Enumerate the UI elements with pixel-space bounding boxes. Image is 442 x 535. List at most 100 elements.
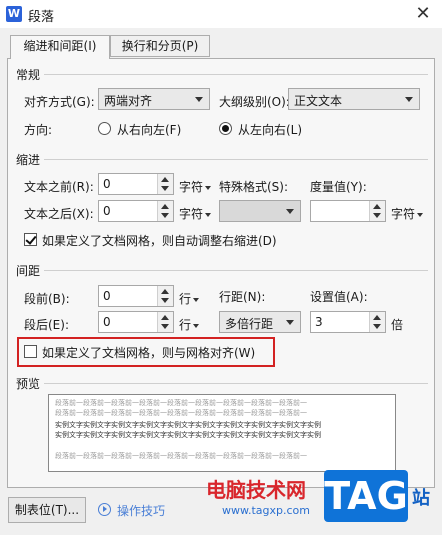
- spinner-buttons[interactable]: [157, 312, 173, 332]
- spinner-down-icon[interactable]: [373, 324, 381, 329]
- section-general-title: 常规: [16, 68, 41, 82]
- space-after-spinner[interactable]: 0: [98, 311, 174, 333]
- section-spacing-title: 间距: [16, 264, 41, 278]
- chevron-down-icon: [286, 320, 294, 325]
- spinner-buttons[interactable]: [157, 286, 173, 306]
- spinner-buttons[interactable]: [369, 312, 385, 332]
- section-divider: [44, 159, 428, 160]
- set-value-label: 设置值(A):: [310, 290, 368, 304]
- tab-indent-spacing-active[interactable]: 缩进和间距(I): [10, 35, 110, 59]
- space-before-label: 段前(B):: [24, 292, 70, 306]
- radio-selected-dot: [222, 125, 229, 132]
- preview-sample-line: 实例文字实例文字实例文字实例文字实例文字实例文字实例文字实例文字实例文字实例: [55, 421, 321, 429]
- measure-label: 度量值(Y):: [310, 180, 367, 194]
- tab-label: 换行和分页(P): [121, 39, 199, 53]
- indent-before-spinner[interactable]: 0: [98, 173, 174, 195]
- caret-down-icon: [205, 212, 212, 217]
- indent-after-value: 0: [103, 204, 111, 218]
- indent-after-label: 文本之后(X):: [24, 207, 94, 221]
- spinner-down-icon[interactable]: [161, 213, 169, 218]
- preview-sample-line: 实例文字实例文字实例文字实例文字实例文字实例文字实例文字实例文字实例文字实例: [55, 431, 321, 439]
- space-after-value: 0: [103, 315, 111, 329]
- tab-stops-button[interactable]: 制表位(T)...: [8, 497, 86, 523]
- section-preview-title: 预览: [16, 377, 41, 391]
- space-before-value: 0: [103, 289, 111, 303]
- tips-link[interactable]: 操作技巧: [117, 502, 165, 519]
- direction-rtl-label[interactable]: 从右向左(F): [117, 121, 181, 138]
- measure-unit[interactable]: 字符: [391, 205, 424, 222]
- space-before-unit[interactable]: 行: [179, 290, 200, 307]
- spinner-up-icon[interactable]: [161, 315, 169, 320]
- close-icon[interactable]: ✕: [410, 2, 436, 26]
- indent-before-value: 0: [103, 177, 111, 191]
- set-value-value: 3: [315, 315, 323, 329]
- preview-next-paragraph-line: 段落前一段落前一段落前一段落前一段落前一段落前一段落前一段落前一段落前一: [55, 452, 307, 460]
- section-divider: [44, 270, 428, 271]
- outline-level-select[interactable]: 正文文本: [288, 88, 420, 110]
- space-before-spinner[interactable]: 0: [98, 285, 174, 307]
- special-format-select[interactable]: [219, 200, 301, 222]
- chevron-down-icon: [405, 97, 413, 102]
- preview-prev-paragraph-line: 段落前一段落前一段落前一段落前一段落前一段落前一段落前一段落前一段落前一: [55, 409, 307, 417]
- spinner-down-icon[interactable]: [161, 324, 169, 329]
- chevron-down-icon: [195, 97, 203, 102]
- line-spacing-label: 行距(N):: [219, 290, 266, 304]
- watermark-side-text: 站: [412, 488, 430, 509]
- indent-before-unit[interactable]: 字符: [179, 178, 212, 195]
- dialog-title: 段落: [28, 10, 55, 25]
- preview-box: 段落前一段落前一段落前一段落前一段落前一段落前一段落前一段落前一段落前一 段落前…: [48, 394, 396, 472]
- title-bar: W 段落 ✕: [0, 0, 442, 28]
- direction-rtl-radio[interactable]: [98, 122, 111, 135]
- auto-adjust-indent-label[interactable]: 如果定义了文档网格，则自动调整右缩进(D): [42, 232, 277, 249]
- caret-down-icon: [417, 212, 424, 217]
- watermark-url: www.tagxp.com: [222, 504, 310, 517]
- spinner-buttons[interactable]: [157, 201, 173, 221]
- caret-down-icon: [193, 297, 200, 302]
- alignment-value: 两端对齐: [104, 94, 153, 108]
- spinner-up-icon[interactable]: [373, 315, 381, 320]
- line-spacing-value: 多倍行距: [225, 317, 274, 331]
- play-tutorial-icon[interactable]: [98, 503, 111, 516]
- space-after-unit[interactable]: 行: [179, 316, 200, 333]
- spinner-buttons[interactable]: [369, 201, 385, 221]
- play-triangle: [103, 506, 107, 512]
- watermark-site-name: 电脑技术网: [206, 478, 306, 502]
- tab-stops-label: 制表位(T)...: [14, 503, 80, 517]
- spinner-down-icon[interactable]: [373, 213, 381, 218]
- line-spacing-select[interactable]: 多倍行距: [219, 311, 301, 333]
- direction-ltr-label[interactable]: 从左向右(L): [238, 121, 302, 138]
- chevron-down-icon: [286, 209, 294, 214]
- special-format-label: 特殊格式(S):: [219, 180, 289, 194]
- section-divider: [44, 383, 428, 384]
- direction-ltr-radio[interactable]: [219, 122, 232, 135]
- indent-after-unit[interactable]: 字符: [179, 205, 212, 222]
- caret-down-icon: [205, 185, 212, 190]
- spinner-up-icon[interactable]: [373, 204, 381, 209]
- outline-level-value: 正文文本: [294, 94, 343, 108]
- outline-level-label: 大纲级别(O):: [219, 95, 290, 109]
- auto-adjust-indent-checkbox[interactable]: [24, 233, 37, 246]
- spinner-up-icon[interactable]: [161, 204, 169, 209]
- alignment-select[interactable]: 两端对齐: [98, 88, 210, 110]
- tab-line-page-breaks[interactable]: 换行和分页(P): [110, 35, 210, 57]
- spinner-down-icon[interactable]: [161, 186, 169, 191]
- space-after-label: 段后(E):: [24, 318, 69, 332]
- indent-after-spinner[interactable]: 0: [98, 200, 174, 222]
- grid-align-label[interactable]: 如果定义了文档网格，则与网格对齐(W): [42, 344, 255, 361]
- indent-before-label: 文本之前(R):: [24, 180, 94, 194]
- check-icon: [25, 233, 37, 245]
- spinner-buttons[interactable]: [157, 174, 173, 194]
- watermark-logo: TAG: [324, 470, 408, 522]
- measure-spinner[interactable]: [310, 200, 386, 222]
- set-value-unit: 倍: [391, 318, 404, 332]
- alignment-label: 对齐方式(G):: [24, 95, 95, 109]
- set-value-spinner[interactable]: 3: [310, 311, 386, 333]
- spinner-up-icon[interactable]: [161, 289, 169, 294]
- wps-writer-icon: W: [6, 6, 22, 22]
- grid-align-checkbox[interactable]: [24, 345, 37, 358]
- preview-prev-paragraph-line: 段落前一段落前一段落前一段落前一段落前一段落前一段落前一段落前一段落前一: [55, 399, 307, 407]
- direction-label: 方向:: [24, 123, 53, 137]
- spinner-down-icon[interactable]: [161, 298, 169, 303]
- section-divider: [44, 74, 428, 75]
- spinner-up-icon[interactable]: [161, 177, 169, 182]
